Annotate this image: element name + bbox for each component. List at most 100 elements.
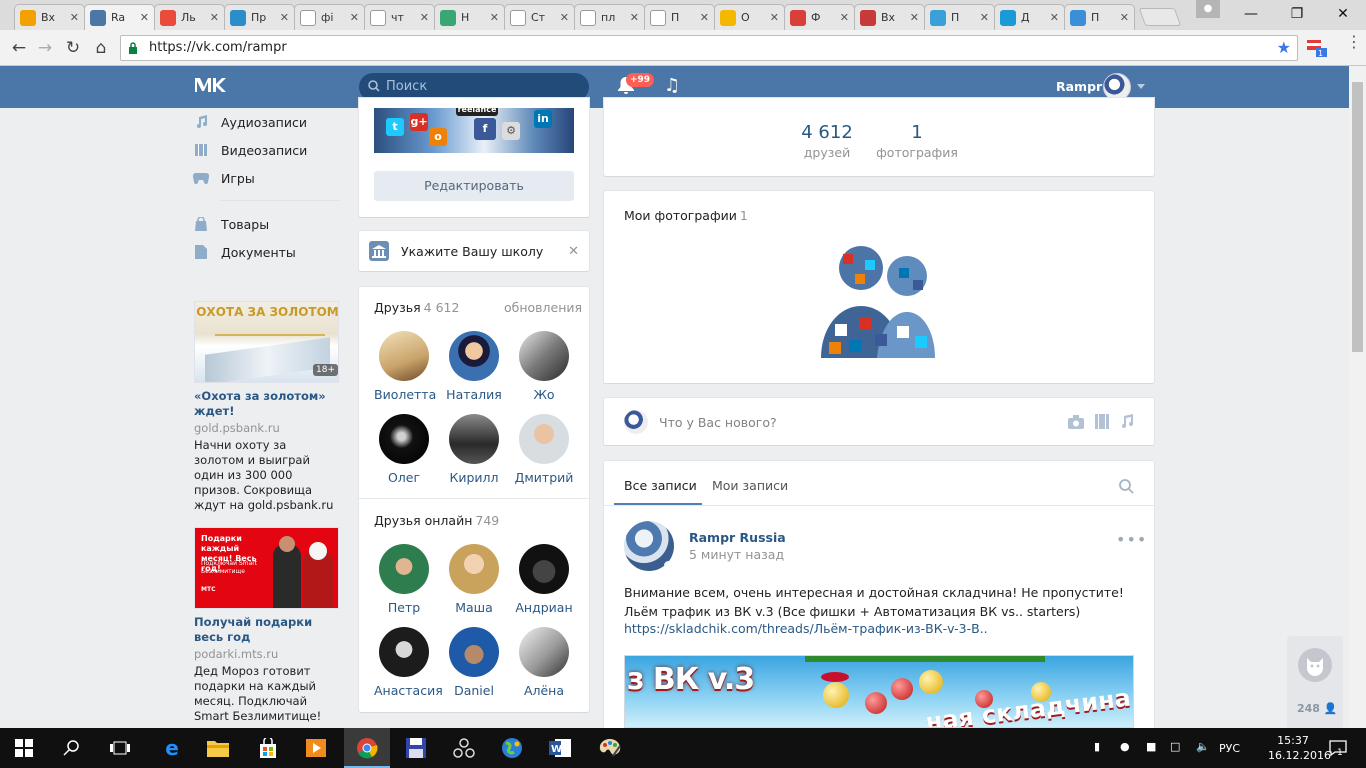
browser-tab[interactable]: П ✕ (644, 4, 715, 30)
friends-online-header[interactable]: Друзья онлайн 749 (374, 513, 499, 528)
extension-icon[interactable] (1306, 38, 1328, 58)
browser-tab[interactable]: Ra ✕ (84, 4, 155, 30)
close-tab-icon[interactable]: ✕ (980, 11, 989, 24)
avatar[interactable] (449, 414, 499, 464)
friend-item[interactable]: Олег (374, 414, 434, 485)
avatar[interactable] (379, 544, 429, 594)
more-options-icon[interactable]: ••• (1116, 530, 1147, 549)
friend-item[interactable]: Daniel (444, 627, 504, 698)
post-image[interactable]: з ВК v.3 ная складчина (624, 655, 1134, 728)
tab-all-posts[interactable]: Все записи (624, 478, 697, 493)
ad-title[interactable]: «Охота за золотом» ждет! (194, 389, 339, 419)
avatar[interactable] (519, 627, 569, 677)
close-tab-icon[interactable]: ✕ (1050, 11, 1059, 24)
browser-tab[interactable]: фі ✕ (294, 4, 365, 30)
post-link[interactable]: https://skladchik.com/threads/Льём-трафи… (624, 621, 988, 636)
friend-item[interactable]: Алёна (514, 627, 574, 698)
avatar[interactable] (1103, 73, 1131, 101)
close-tab-icon[interactable]: ✕ (840, 11, 849, 24)
paint-icon[interactable] (598, 736, 622, 760)
avatar[interactable] (379, 331, 429, 381)
avatar[interactable] (519, 331, 569, 381)
browser-tab[interactable]: Вх ✕ (854, 4, 925, 30)
close-tab-icon[interactable]: ✕ (70, 11, 79, 24)
avatar[interactable] (519, 544, 569, 594)
forward-button[interactable]: → (34, 37, 56, 59)
post-time[interactable]: 5 минут назад (689, 547, 784, 562)
browser-tab[interactable]: Ст ✕ (504, 4, 575, 30)
friends-header[interactable]: Друзья 4 612 (374, 300, 459, 315)
word-icon[interactable]: W (548, 736, 572, 760)
close-tab-icon[interactable]: ✕ (910, 11, 919, 24)
network-app-icon[interactable] (452, 736, 476, 760)
address-bar[interactable]: https://vk.com/rampr ★ (120, 35, 1298, 61)
tray-icon[interactable]: □ (1170, 740, 1180, 753)
close-tab-icon[interactable]: ✕ (140, 11, 149, 24)
edge-icon[interactable]: e (160, 736, 184, 760)
music-icon[interactable]: ♫ (664, 75, 680, 96)
chevron-down-icon[interactable] (1137, 84, 1145, 89)
search-icon[interactable] (1119, 479, 1134, 494)
photos-header[interactable]: Мои фотографии 1 (624, 208, 748, 223)
windows-start-icon[interactable] (12, 736, 36, 760)
avatar[interactable] (519, 414, 569, 464)
avatar[interactable] (449, 331, 499, 381)
friend-item[interactable]: Наталия (444, 331, 504, 402)
ad-image[interactable]: ОХОТА ЗА ЗОЛОТОМ 18+ (194, 301, 339, 383)
search-icon[interactable] (60, 736, 84, 760)
close-tab-icon[interactable]: ✕ (280, 11, 289, 24)
friends-updates-link[interactable]: обновления (504, 300, 582, 315)
chrome-menu-icon[interactable]: ⋮ (1346, 34, 1362, 50)
browser-tab[interactable]: О ✕ (714, 4, 785, 30)
bookmark-star-icon[interactable]: ★ (1277, 38, 1291, 57)
close-tab-icon[interactable]: ✕ (420, 11, 429, 24)
photo-thumbnail[interactable] (815, 238, 943, 360)
battery-icon[interactable]: ▮ (1094, 740, 1100, 753)
friend-item[interactable]: Кирилл (444, 414, 504, 485)
search-input[interactable]: Поиск (359, 73, 589, 101)
nav-item-games[interactable]: Игры (193, 164, 343, 192)
video-icon[interactable] (1095, 414, 1109, 429)
store-icon[interactable] (256, 736, 280, 760)
browser-tab[interactable]: Н ✕ (434, 4, 505, 30)
audio-icon[interactable] (1120, 414, 1134, 429)
ad-block-mts[interactable]: Подарки каждый месяц! Весь год! Подключа… (194, 527, 339, 724)
ad-image[interactable]: Подарки каждый месяц! Весь год! Подключа… (194, 527, 339, 609)
avatar[interactable] (449, 627, 499, 677)
friend-item[interactable]: Дмитрий (514, 414, 574, 485)
browser-tab[interactable]: чт ✕ (364, 4, 435, 30)
friend-item[interactable]: Маша (444, 544, 504, 615)
globe-app-icon[interactable] (500, 736, 524, 760)
close-icon[interactable]: ✕ (568, 244, 579, 259)
close-tab-icon[interactable]: ✕ (700, 11, 709, 24)
profile-photo[interactable]: g+ o f reelance t in ⚙ (374, 108, 574, 153)
avatar[interactable] (379, 627, 429, 677)
network-status-icon[interactable]: ● (1120, 740, 1130, 753)
page-scrollbar[interactable] (1349, 66, 1366, 728)
composer-placeholder[interactable]: Что у Вас нового? (659, 415, 777, 430)
browser-tab[interactable]: Д ✕ (994, 4, 1065, 30)
close-tab-icon[interactable]: ✕ (560, 11, 569, 24)
stat-friends[interactable]: 4 612 друзей (797, 122, 857, 160)
close-tab-icon[interactable]: ✕ (630, 11, 639, 24)
close-window-button[interactable]: ✕ (1320, 0, 1366, 28)
camera-icon[interactable] (1068, 415, 1084, 429)
close-tab-icon[interactable]: ✕ (490, 11, 499, 24)
close-tab-icon[interactable]: ✕ (210, 11, 219, 24)
nav-item-goods[interactable]: Товары (193, 210, 343, 238)
friend-item[interactable]: Анастасия (374, 627, 443, 698)
media-player-icon[interactable] (304, 736, 328, 760)
friend-item[interactable]: Андриан (514, 544, 574, 615)
post-author[interactable]: Rampr Russia (689, 530, 786, 545)
nav-item-documents[interactable]: Документы (193, 238, 343, 266)
school-prompt[interactable]: Укажите Вашу школу ✕ (359, 231, 589, 271)
nav-item-video[interactable]: Видеозаписи (193, 136, 343, 164)
notification-area-icon[interactable]: ■ (1146, 740, 1156, 753)
user-name[interactable]: Rampr (1056, 79, 1102, 94)
maximize-button[interactable]: ❐ (1274, 0, 1320, 28)
edit-profile-button[interactable]: Редактировать (374, 171, 574, 201)
scrollbar-thumb[interactable] (1352, 82, 1363, 352)
browser-tab[interactable]: П ✕ (924, 4, 995, 30)
close-tab-icon[interactable]: ✕ (350, 11, 359, 24)
system-clock[interactable]: 15:37 16.12.2016 (1268, 733, 1331, 763)
